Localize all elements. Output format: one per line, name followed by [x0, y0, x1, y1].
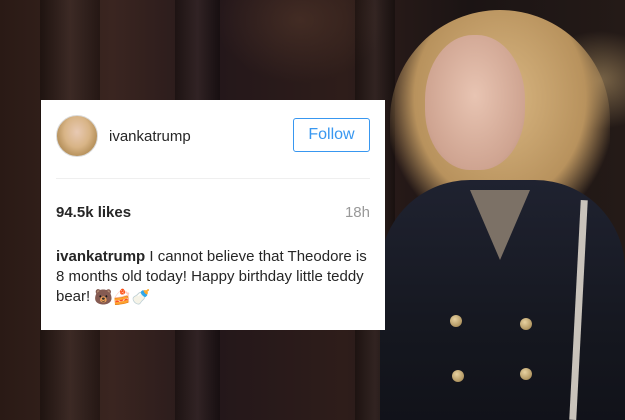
- likes-count[interactable]: 94.5k likes: [56, 204, 131, 221]
- post-username[interactable]: ivankatrump: [109, 128, 191, 145]
- divider: [56, 178, 370, 179]
- caption-username[interactable]: ivankatrump: [56, 248, 145, 265]
- post-timestamp: 18h: [344, 204, 370, 221]
- instagram-post-card: ivankatrump Follow 94.5k likes 18h ivank…: [41, 100, 385, 330]
- post-caption: ivankatrump I cannot believe that Theodo…: [56, 247, 371, 307]
- photo-subject-face: [425, 35, 525, 170]
- avatar[interactable]: [56, 115, 98, 157]
- caption-emojis: 🐻🍰🍼: [94, 288, 151, 306]
- follow-button[interactable]: Follow: [293, 118, 370, 152]
